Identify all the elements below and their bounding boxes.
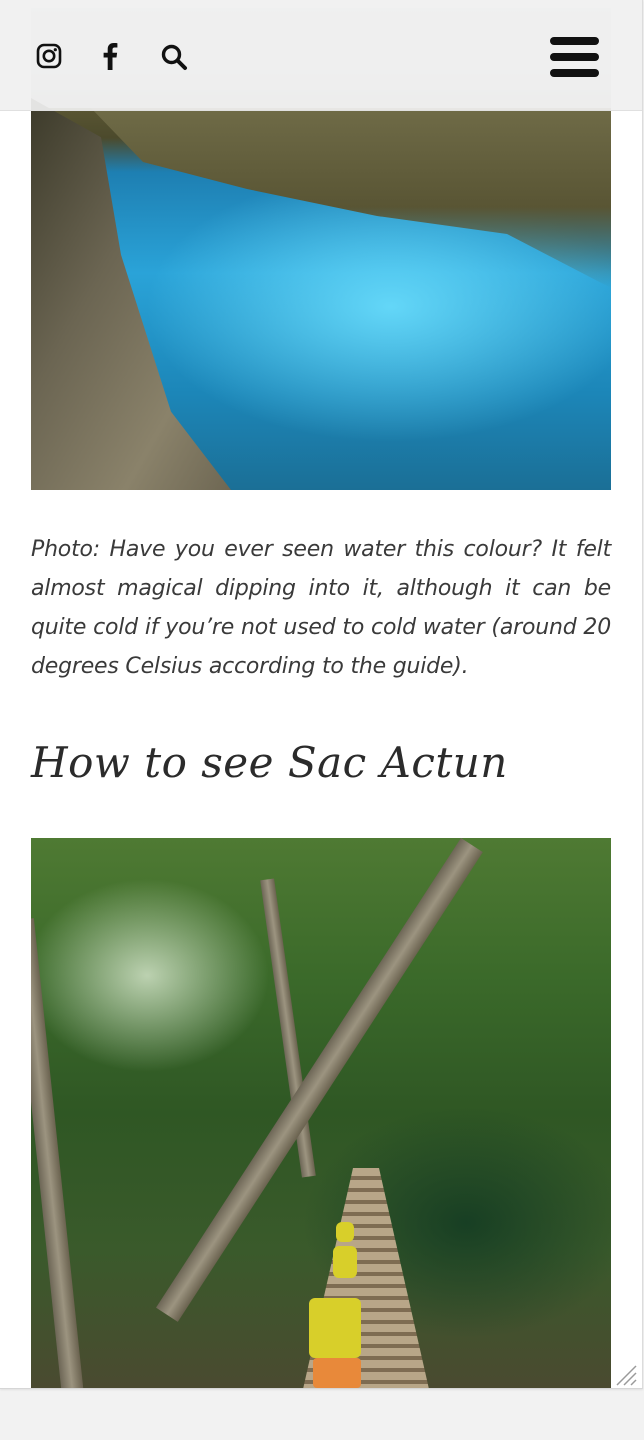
top-navigation-bar xyxy=(0,0,642,111)
visitor-figure xyxy=(333,1246,357,1278)
resize-grip-icon[interactable] xyxy=(615,1364,637,1388)
tree-trunk xyxy=(156,838,483,1322)
article-page: Photo: Have you ever seen water this col… xyxy=(0,0,643,1389)
section-heading: How to see Sac Actun xyxy=(31,738,508,787)
jungle-stairs-photo xyxy=(31,838,611,1388)
visitor-shorts xyxy=(313,1358,361,1388)
photo-caption: Photo: Have you ever seen water this col… xyxy=(31,537,611,679)
search-icon[interactable] xyxy=(160,43,188,71)
tree-trunk xyxy=(31,918,85,1388)
visitor-figure xyxy=(336,1222,354,1242)
cave-ceiling xyxy=(91,108,611,288)
hamburger-menu-icon[interactable] xyxy=(550,37,600,79)
facebook-icon[interactable] xyxy=(101,42,119,70)
visitor-figure xyxy=(309,1298,361,1358)
instagram-icon[interactable] xyxy=(36,43,62,69)
